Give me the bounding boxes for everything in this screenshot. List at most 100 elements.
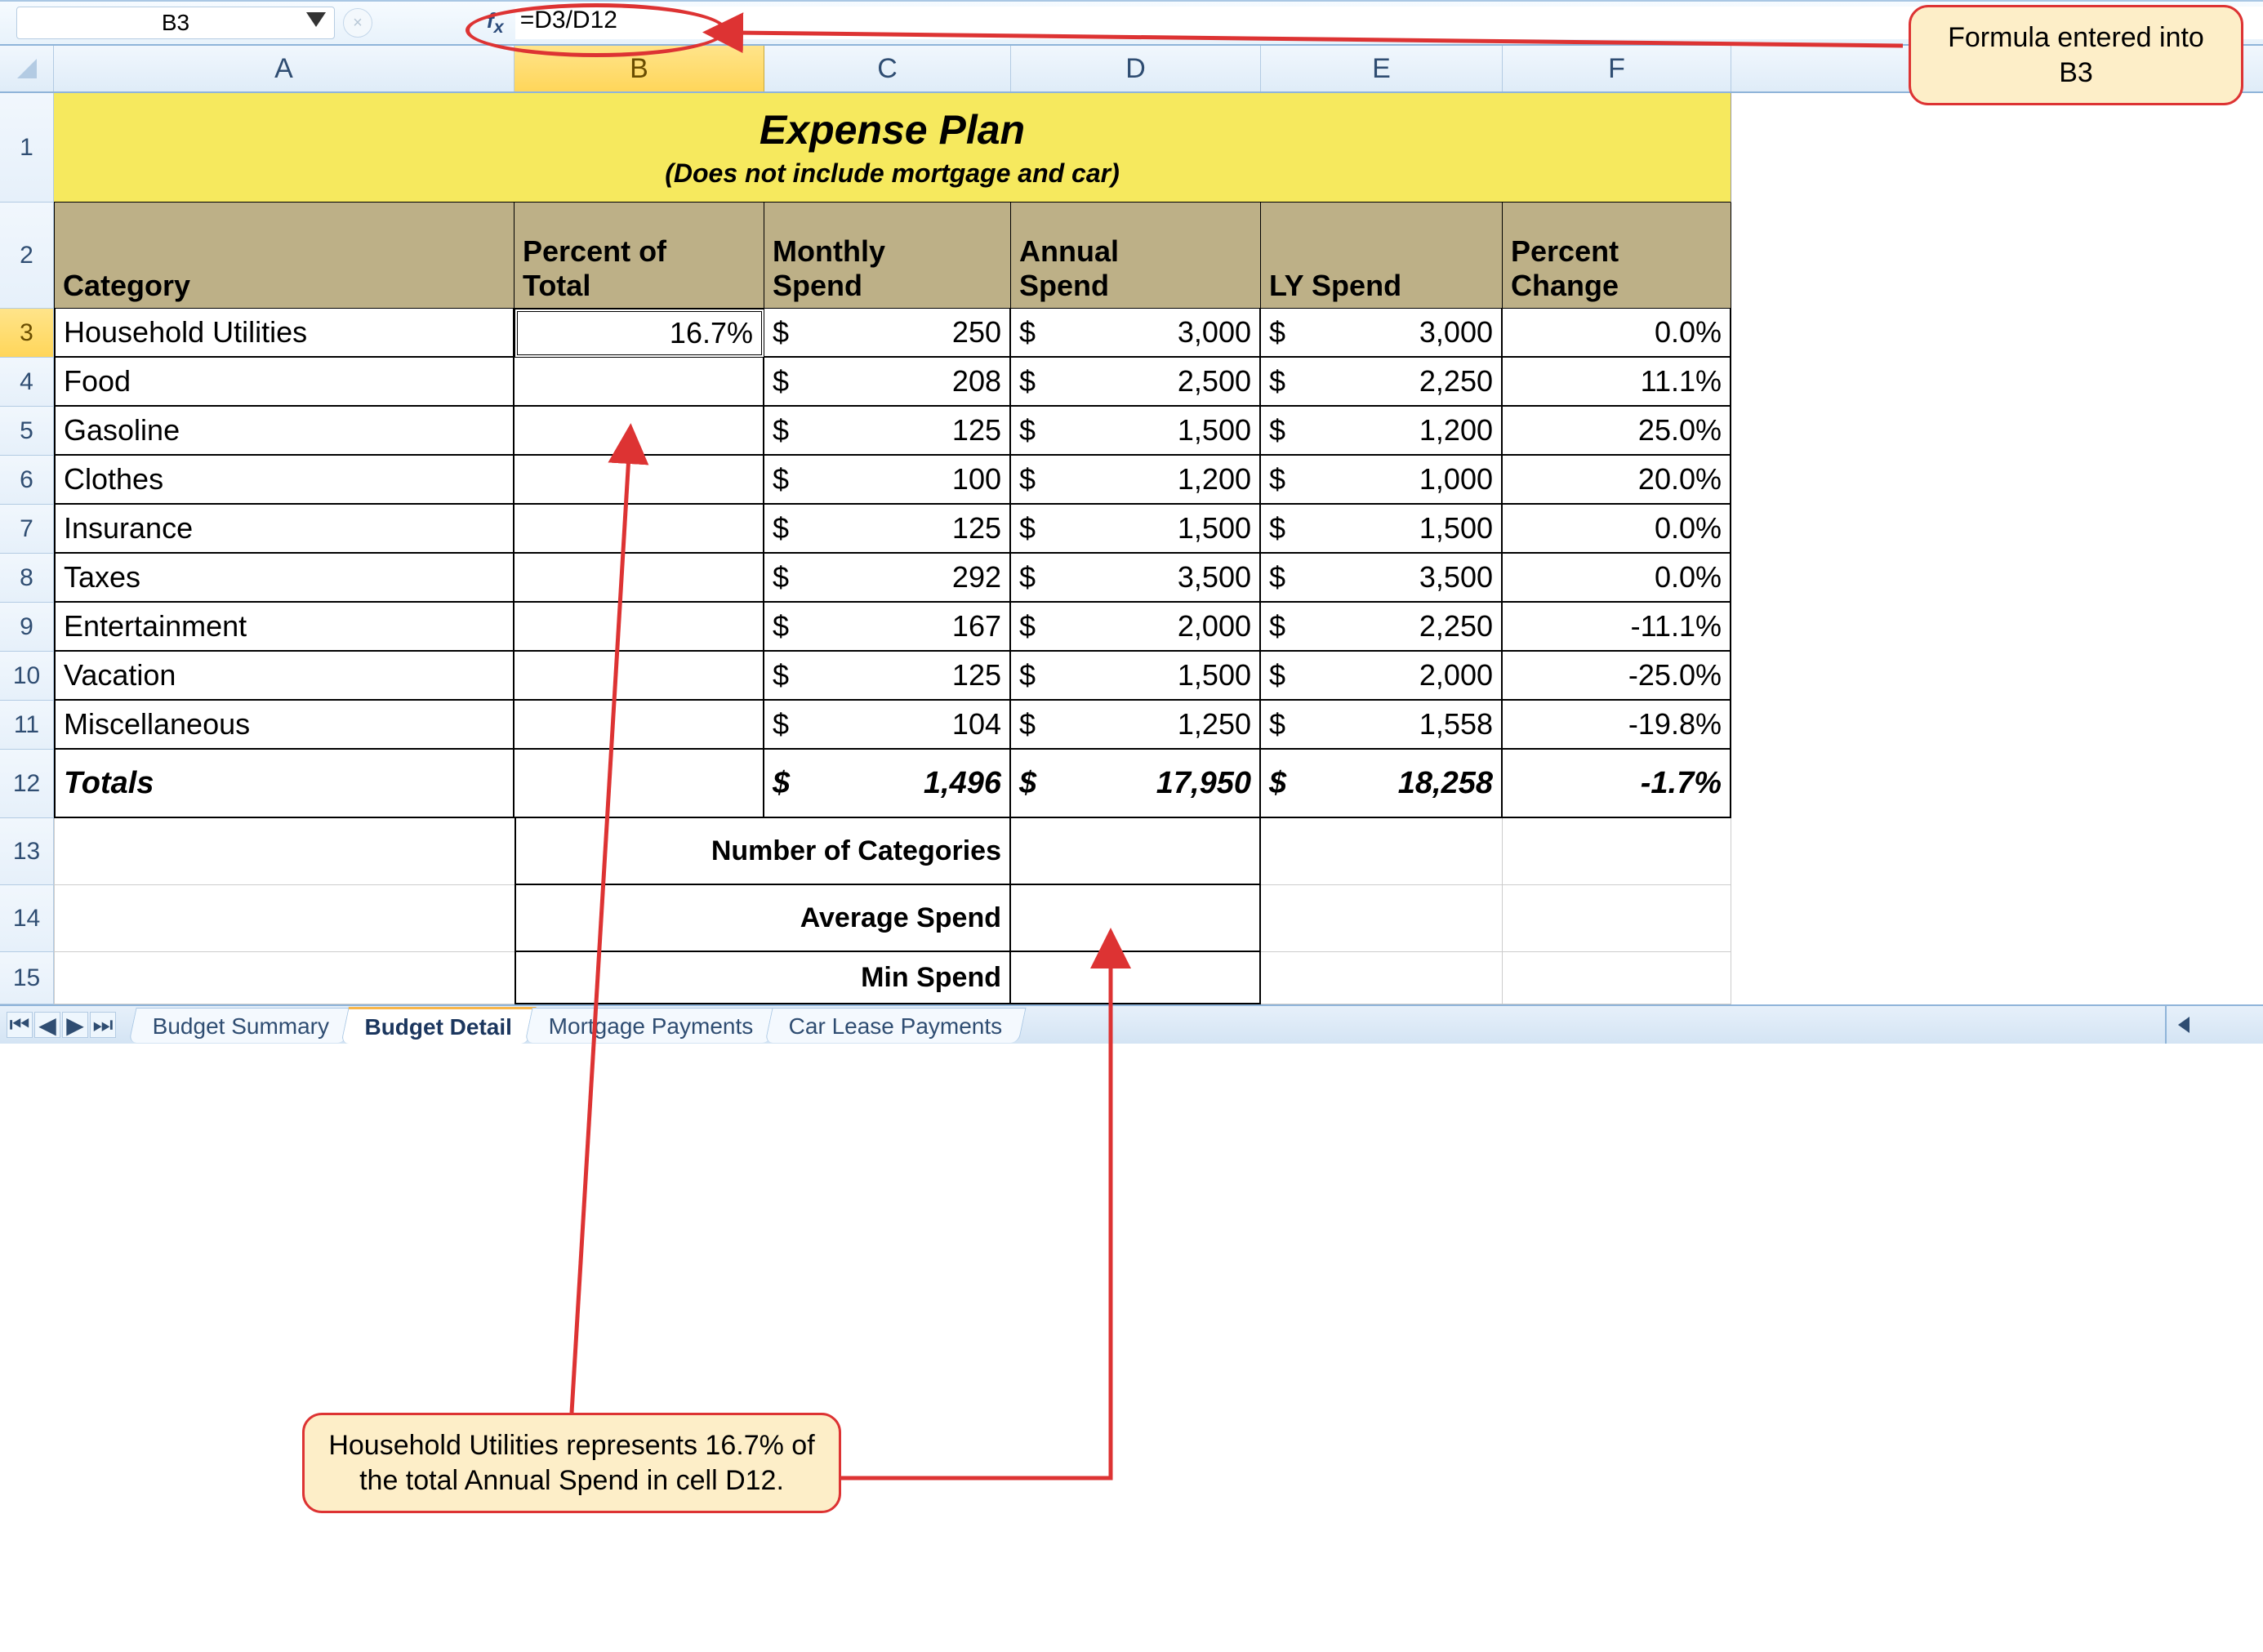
row-header-5[interactable]: 5: [0, 407, 54, 456]
tab-car-lease-payments[interactable]: Car Lease Payments: [765, 1008, 1027, 1043]
cell-change[interactable]: 25.0%: [1503, 407, 1731, 456]
cell-annual[interactable]: $3,000: [1011, 309, 1261, 358]
row-header-14[interactable]: 14: [0, 885, 54, 952]
summary-avg-value[interactable]: [1011, 885, 1261, 952]
row-header-1[interactable]: 1: [0, 93, 54, 203]
row-header-4[interactable]: 4: [0, 358, 54, 407]
cell-ly[interactable]: $3,500: [1261, 554, 1503, 603]
tab-budget-summary[interactable]: Budget Summary: [128, 1008, 353, 1043]
cell-monthly[interactable]: $208: [764, 358, 1011, 407]
cell-pct[interactable]: [515, 652, 764, 701]
cell-f13[interactable]: [1503, 818, 1731, 885]
cell-category[interactable]: Miscellaneous: [54, 701, 515, 750]
cell-a14[interactable]: [54, 885, 515, 952]
col-header-d[interactable]: D: [1011, 46, 1261, 91]
cell-category[interactable]: Clothes: [54, 456, 515, 505]
cell-annual[interactable]: $3,500: [1011, 554, 1261, 603]
title-cell[interactable]: Expense Plan (Does not include mortgage …: [54, 93, 1731, 203]
cell-annual[interactable]: $1,200: [1011, 456, 1261, 505]
row-header-10[interactable]: 10: [0, 652, 54, 701]
cell-annual[interactable]: $1,500: [1011, 407, 1261, 456]
cell-monthly[interactable]: $125: [764, 505, 1011, 554]
cell-ly[interactable]: $1,200: [1261, 407, 1503, 456]
cell-a15[interactable]: [54, 952, 515, 1004]
cell-change[interactable]: 0.0%: [1503, 554, 1731, 603]
cell-e15[interactable]: [1261, 952, 1503, 1004]
cell-e14[interactable]: [1261, 885, 1503, 952]
cell-category[interactable]: Vacation: [54, 652, 515, 701]
cell-monthly[interactable]: $292: [764, 554, 1011, 603]
name-box[interactable]: B3: [16, 7, 335, 39]
cell-annual[interactable]: $1,500: [1011, 505, 1261, 554]
header-annual[interactable]: AnnualSpend: [1011, 203, 1261, 309]
cell-ly[interactable]: $2,250: [1261, 358, 1503, 407]
header-monthly[interactable]: MonthlySpend: [764, 203, 1011, 309]
cell-change[interactable]: 0.0%: [1503, 505, 1731, 554]
row-header-7[interactable]: 7: [0, 505, 54, 554]
cell-pct[interactable]: 16.7%: [515, 309, 764, 358]
summary-num-value[interactable]: [1011, 818, 1261, 885]
cell-a13[interactable]: [54, 818, 515, 885]
name-box-dropdown-icon[interactable]: [306, 12, 326, 27]
col-header-e[interactable]: E: [1261, 46, 1503, 91]
cell-pct[interactable]: [515, 358, 764, 407]
totals-label[interactable]: Totals: [54, 750, 515, 818]
header-category[interactable]: Category: [54, 203, 515, 309]
header-pct[interactable]: Percent ofTotal: [515, 203, 764, 309]
row-header-8[interactable]: 8: [0, 554, 54, 603]
cell-pct[interactable]: [515, 505, 764, 554]
cell-ly[interactable]: $2,000: [1261, 652, 1503, 701]
cell-monthly[interactable]: $100: [764, 456, 1011, 505]
row-header-12[interactable]: 12: [0, 750, 54, 818]
col-header-a[interactable]: A: [54, 46, 515, 91]
totals-b[interactable]: [515, 750, 764, 818]
cell-annual[interactable]: $1,500: [1011, 652, 1261, 701]
cell-monthly[interactable]: $104: [764, 701, 1011, 750]
cell-f15[interactable]: [1503, 952, 1731, 1004]
tab-last-icon[interactable]: ⏭: [90, 1012, 116, 1038]
row-header-11[interactable]: 11: [0, 701, 54, 750]
cell-change[interactable]: 11.1%: [1503, 358, 1731, 407]
cell-ly[interactable]: $3,000: [1261, 309, 1503, 358]
tab-next-icon[interactable]: ▶: [62, 1012, 88, 1038]
tab-first-icon[interactable]: ⏮: [7, 1012, 33, 1038]
row-header-3[interactable]: 3: [0, 309, 54, 358]
cell-pct[interactable]: [515, 407, 764, 456]
cell-change[interactable]: 0.0%: [1503, 309, 1731, 358]
cell-monthly[interactable]: $125: [764, 407, 1011, 456]
col-header-c[interactable]: C: [764, 46, 1011, 91]
horizontal-scroll[interactable]: [2165, 1006, 2263, 1044]
summary-min-value[interactable]: [1011, 952, 1261, 1004]
totals-monthly[interactable]: $1,496: [764, 750, 1011, 818]
cell-ly[interactable]: $1,558: [1261, 701, 1503, 750]
cell-f14[interactable]: [1503, 885, 1731, 952]
row-header-15[interactable]: 15: [0, 952, 54, 1004]
summary-avg-label[interactable]: Average Spend: [515, 885, 1011, 952]
cell-e13[interactable]: [1261, 818, 1503, 885]
cell-monthly[interactable]: $125: [764, 652, 1011, 701]
row-header-2[interactable]: 2: [0, 203, 54, 309]
cell-category[interactable]: Food: [54, 358, 515, 407]
tab-budget-detail[interactable]: Budget Detail: [341, 1007, 537, 1044]
summary-min-label[interactable]: Min Spend: [515, 952, 1011, 1004]
select-all-corner[interactable]: [0, 46, 54, 91]
cell-ly[interactable]: $1,000: [1261, 456, 1503, 505]
cell-change[interactable]: -11.1%: [1503, 603, 1731, 652]
cell-annual[interactable]: $2,000: [1011, 603, 1261, 652]
cancel-formula-icon[interactable]: ×: [343, 8, 372, 38]
cell-ly[interactable]: $2,250: [1261, 603, 1503, 652]
cell-pct[interactable]: [515, 701, 764, 750]
cell-category[interactable]: Gasoline: [54, 407, 515, 456]
cell-pct[interactable]: [515, 603, 764, 652]
fx-icon[interactable]: fx: [487, 8, 504, 38]
totals-change[interactable]: -1.7%: [1503, 750, 1731, 818]
summary-num-label[interactable]: Number of Categories: [515, 818, 1011, 885]
totals-ly[interactable]: $18,258: [1261, 750, 1503, 818]
tab-prev-icon[interactable]: ◀: [34, 1012, 60, 1038]
totals-annual[interactable]: $17,950: [1011, 750, 1261, 818]
header-change[interactable]: PercentChange: [1503, 203, 1731, 309]
cell-monthly[interactable]: $167: [764, 603, 1011, 652]
header-ly[interactable]: LY Spend: [1261, 203, 1503, 309]
row-header-13[interactable]: 13: [0, 818, 54, 885]
col-header-b[interactable]: B: [515, 46, 764, 91]
